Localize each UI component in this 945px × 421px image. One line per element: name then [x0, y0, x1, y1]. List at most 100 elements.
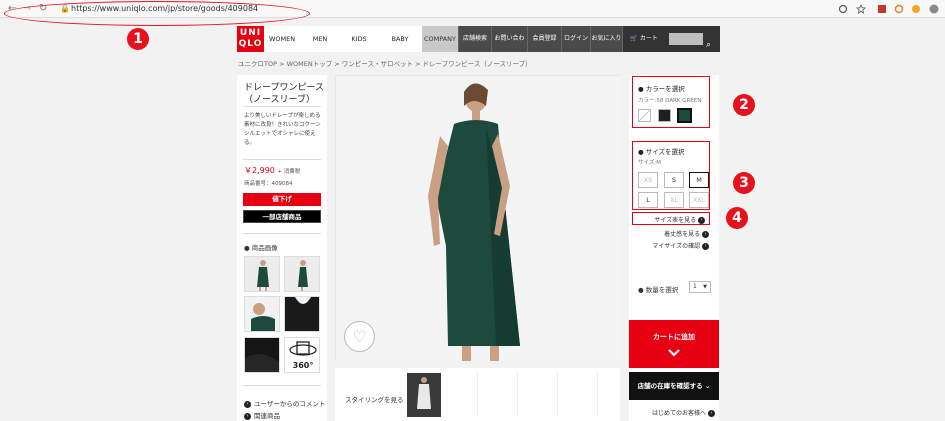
my-size-label: マイサイズの確認	[652, 243, 701, 250]
size-option-xs[interactable]: XS	[638, 172, 658, 188]
nav-store-search[interactable]: 店舗検索	[458, 26, 491, 52]
nav-men[interactable]: MEN	[300, 26, 340, 52]
nav-kids[interactable]: KIDS	[340, 26, 378, 52]
quantity-label-text: 数量を選択	[645, 286, 679, 294]
color-swatch-dark-green[interactable]	[677, 108, 692, 123]
size-chart-link[interactable]: サイズ表を見る ›	[632, 215, 708, 224]
model-in-dress-image	[336, 76, 621, 361]
styling-section: スタイリングを見る	[335, 368, 620, 421]
back-icon[interactable]: ←	[8, 3, 16, 15]
size-heading: ● サイズを選択	[638, 148, 685, 156]
extension-icon[interactable]	[838, 4, 848, 14]
size-selector: ● サイズを選択 サイズ:M XS S M L XL XXL	[632, 141, 710, 210]
product-info-panel: ドレープワンピース（ノースリーブ） より美しいドレープが楽しめる素材に改良！きれ…	[237, 75, 327, 421]
extension-red-icon[interactable]	[877, 4, 887, 14]
forward-icon[interactable]: →	[23, 3, 31, 15]
styling-label[interactable]: スタイリングを見る	[345, 394, 404, 404]
rotate-360-icon	[289, 341, 317, 356]
product-price: ￥2,990 + 消費税	[244, 165, 300, 176]
related-products-link[interactable]: › 関連商品	[244, 410, 280, 420]
divider	[243, 106, 321, 107]
extension-orange-icon[interactable]	[894, 4, 904, 14]
product-number: 商品番号：409084	[244, 181, 293, 187]
check-stock-label: 店舗の在庫を確認する	[637, 382, 703, 390]
profile-avatar-icon[interactable]	[929, 4, 939, 14]
color-heading: ● カラーを選択	[638, 85, 685, 93]
main-product-image[interactable]: ♡	[335, 75, 621, 361]
thumbnail-neckline	[285, 297, 319, 331]
size-option-xl[interactable]: XL	[664, 192, 684, 208]
thumbnail-2[interactable]	[284, 256, 320, 292]
thumbnail-5[interactable]	[244, 337, 280, 373]
extension-orange-circle-icon[interactable]	[911, 4, 921, 14]
images-label-text: 商品画像	[251, 244, 278, 252]
reload-icon[interactable]: ↻	[39, 3, 47, 15]
quantity-value: 1	[693, 283, 697, 290]
styling-thumbnail[interactable]	[407, 373, 441, 417]
nav-login[interactable]: ログイン	[561, 26, 590, 52]
styling-empty-cell	[517, 373, 551, 417]
thumbnail-closeup	[245, 297, 279, 331]
browser-toolbar: ← → ↻ 🔒 https://www.uniqlo.com/jp/store/…	[0, 0, 945, 18]
size-heading-text: サイズを選択	[645, 148, 685, 156]
size-option-l[interactable]: L	[638, 192, 658, 208]
annotation-2: 2	[733, 94, 755, 116]
thumbnail-3[interactable]	[244, 296, 280, 332]
divider	[243, 159, 321, 160]
cart-icon: 🛒	[630, 35, 640, 42]
nav-company[interactable]: COMPANY	[422, 26, 458, 52]
header-search: ⌕	[665, 26, 720, 52]
thumbnail-fabric	[245, 338, 279, 372]
nav-baby[interactable]: BABY	[378, 26, 422, 52]
selected-color: カラー:58 DARK GREEN	[638, 98, 702, 104]
search-input[interactable]	[669, 33, 703, 45]
color-swatch-white[interactable]	[638, 109, 651, 122]
my-size-link[interactable]: マイサイズの確認 ›	[632, 241, 712, 250]
nav-cart-label: カート	[639, 35, 658, 42]
color-swatch-black[interactable]	[658, 109, 671, 122]
thumbnail-dress-front	[245, 257, 279, 291]
check-store-stock-button[interactable]: 店舗の在庫を確認する ⌄	[629, 372, 719, 400]
search-icon[interactable]: ⌕	[706, 32, 711, 58]
uniqlo-logo[interactable]: UNI QLO	[237, 26, 264, 52]
add-to-cart-label: カートに追加	[653, 333, 695, 341]
chevron-down-icon: ▼	[703, 284, 707, 290]
unavailable-slash-icon	[638, 109, 651, 122]
size-option-xxl[interactable]: XXL	[689, 192, 709, 208]
favorite-heart-icon[interactable]: ♡	[344, 321, 375, 352]
thumbnail-360[interactable]: 360°	[284, 337, 320, 373]
nav-register[interactable]: 会員登録	[527, 26, 561, 52]
thumbnail-1[interactable]	[244, 256, 280, 292]
first-time-link[interactable]: はじめてのお客様へ ›	[652, 408, 718, 417]
address-bar[interactable]: https://www.uniqlo.com/jp/store/goods/40…	[71, 4, 258, 13]
fit-link[interactable]: 着丈感を見る ›	[632, 229, 712, 238]
bookmark-star-icon[interactable]	[856, 4, 866, 14]
first-time-label: はじめてのお客様へ	[652, 410, 707, 417]
logo-text-top: UNI	[239, 28, 262, 38]
fit-label: 着丈感を見る	[664, 231, 701, 238]
nav-favorites[interactable]: お気に入り	[590, 26, 622, 52]
user-comments-link[interactable]: › ユーザーからのコメント	[244, 398, 325, 408]
quantity-select[interactable]: 1 ▼	[689, 281, 711, 293]
user-comments-label: ユーザーからのコメント	[254, 400, 326, 408]
chevron-right-icon: ›	[702, 243, 709, 250]
nav-women[interactable]: WOMEN	[264, 26, 300, 52]
chevron-right-icon: ›	[707, 410, 715, 417]
breadcrumb[interactable]: ユニクロTOP > WOMENトップ > ワンピース・サロペット > ドレープワ…	[238, 58, 532, 68]
product-title: ドレープワンピース（ノースリーブ）	[244, 83, 325, 105]
chevron-right-icon: ›	[244, 400, 251, 408]
thumbnail-4[interactable]	[284, 296, 320, 332]
add-to-cart-button[interactable]: カートに追加	[629, 320, 719, 368]
divider	[243, 233, 321, 234]
images-label: ● 商品画像	[244, 244, 278, 252]
thumbnail-dress-side	[285, 257, 319, 291]
price-down-badge: 値下げ	[243, 193, 321, 206]
styling-empty-cell	[557, 373, 591, 417]
nav-cart[interactable]: 🛒 カート	[622, 26, 665, 52]
top-navigation: WOMEN MEN KIDS BABY COMPANY 店舗検索 お問い合わせ …	[264, 26, 720, 68]
annotation-1: 1	[127, 28, 149, 50]
nav-contact[interactable]: お問い合わせ	[491, 26, 527, 68]
product-description: より美しいドレープが楽しめる素材に改良！きれいなコクーンシルエットでオシャレに使…	[244, 113, 321, 146]
size-option-s[interactable]: S	[664, 172, 684, 188]
size-option-m[interactable]: M	[689, 172, 709, 188]
